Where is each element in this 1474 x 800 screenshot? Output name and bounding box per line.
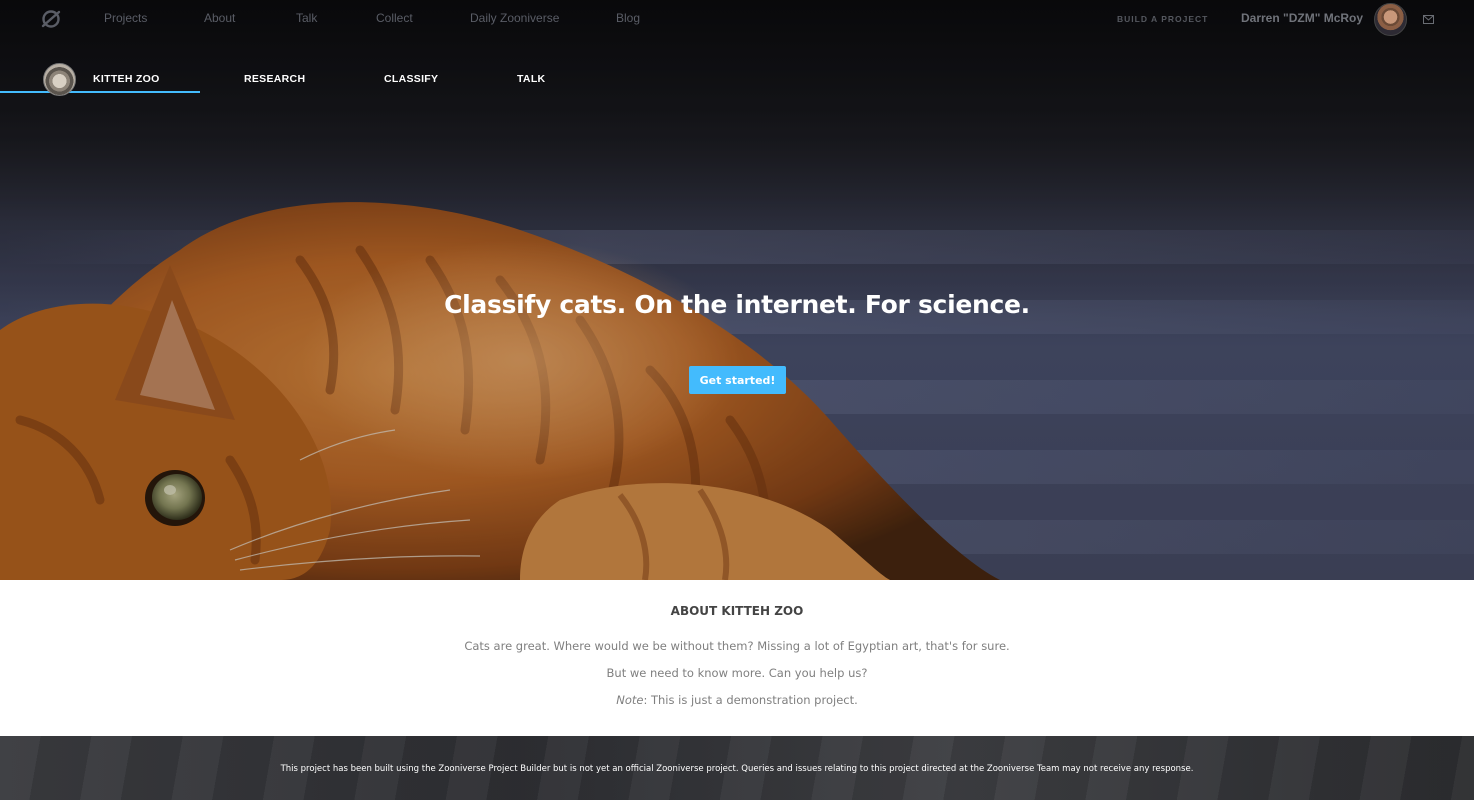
nav-link-blog[interactable]: Blog bbox=[616, 11, 640, 25]
nav-link-about[interactable]: About bbox=[204, 11, 235, 25]
note-label: Note bbox=[616, 693, 644, 707]
hero-headline: Classify cats. On the internet. For scie… bbox=[444, 290, 1030, 319]
about-heading: ABOUT KITTEH ZOO bbox=[670, 604, 804, 618]
about-section: ABOUT KITTEH ZOO Cats are great. Where w… bbox=[0, 580, 1474, 736]
project-nav-talk[interactable]: TALK bbox=[517, 73, 545, 85]
nav-link-daily-zooniverse[interactable]: Daily Zooniverse bbox=[470, 11, 559, 25]
note-text: : This is just a demonstration project. bbox=[643, 693, 858, 707]
project-nav-research[interactable]: RESEARCH bbox=[244, 73, 305, 85]
project-nav: KITTEH ZOO RESEARCH CLASSIFY TALK bbox=[0, 60, 1474, 96]
project-avatar bbox=[43, 63, 76, 96]
nav-link-projects[interactable]: Projects bbox=[104, 11, 147, 25]
site-header: Projects About Talk Collect Daily Zooniv… bbox=[0, 0, 1474, 38]
about-paragraph: Cats are great. Where would we be withou… bbox=[464, 639, 1010, 653]
project-home-tab[interactable]: KITTEH ZOO bbox=[0, 60, 200, 96]
nav-link-collect[interactable]: Collect bbox=[376, 11, 413, 25]
nav-link-talk[interactable]: Talk bbox=[296, 11, 317, 25]
build-project-link[interactable]: BUILD A PROJECT bbox=[1117, 14, 1208, 24]
user-name[interactable]: Darren "DZM" McRoy bbox=[1241, 11, 1363, 25]
project-title: KITTEH ZOO bbox=[93, 73, 160, 85]
project-nav-classify[interactable]: CLASSIFY bbox=[384, 73, 438, 85]
user-avatar[interactable] bbox=[1374, 3, 1407, 36]
zooniverse-logo-icon[interactable] bbox=[40, 8, 62, 30]
envelope-icon[interactable] bbox=[1423, 15, 1434, 24]
footer: This project has been built using the Zo… bbox=[0, 736, 1474, 800]
get-started-button[interactable]: Get started! bbox=[689, 366, 786, 394]
about-note: Note: This is just a demonstration proje… bbox=[0, 693, 1474, 707]
footer-disclaimer: This project has been built using the Zo… bbox=[280, 764, 1194, 774]
about-paragraph: But we need to know more. Can you help u… bbox=[606, 666, 868, 680]
